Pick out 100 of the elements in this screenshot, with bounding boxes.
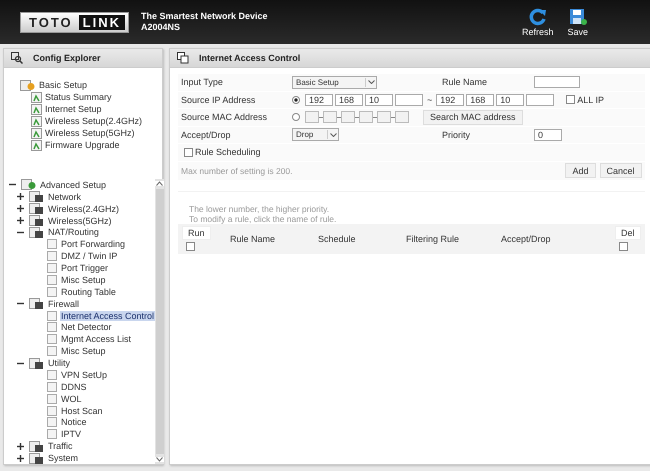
accept-drop-dropdown[interactable]: Drop xyxy=(292,128,339,142)
tree-item[interactable]: WOL xyxy=(60,394,83,404)
tree-item[interactable]: Routing Table xyxy=(60,286,117,297)
field-label: Rule Name xyxy=(442,77,488,88)
tree-item[interactable]: DDNS xyxy=(60,382,88,392)
page-icon xyxy=(47,251,57,262)
save-button[interactable]: Save xyxy=(567,8,588,36)
folder-icon xyxy=(29,203,45,214)
page-icon xyxy=(47,406,57,416)
page-icon xyxy=(47,334,57,344)
field-label: Accept/Drop xyxy=(181,130,232,140)
search-mac-button[interactable]: Search MAC address xyxy=(423,110,523,125)
tree-folder[interactable]: Advanced Setup xyxy=(39,180,108,190)
radio-button[interactable] xyxy=(292,96,300,104)
refresh-button[interactable]: Refresh xyxy=(522,8,554,36)
tree-folder[interactable]: Basic Setup xyxy=(38,80,88,90)
add-button[interactable]: Add xyxy=(565,163,596,178)
field-label: Source IP Address xyxy=(181,94,256,105)
page-icon xyxy=(47,322,57,332)
page-icon xyxy=(31,92,42,102)
page-icon xyxy=(47,239,57,250)
column-header: Schedule xyxy=(318,234,357,244)
input-type-dropdown[interactable]: Basic Setup xyxy=(292,76,377,89)
tree-item[interactable]: Misc Setup xyxy=(60,346,107,356)
search-icon xyxy=(11,52,23,64)
rule-name-field[interactable] xyxy=(534,76,580,88)
page-icon xyxy=(47,263,57,274)
tree-item[interactable]: VPN SetUp xyxy=(60,370,108,380)
tree-folder[interactable]: System xyxy=(47,453,80,464)
page-icon xyxy=(47,286,57,297)
tree-folder[interactable]: Firewall xyxy=(47,298,80,309)
folder-icon xyxy=(29,298,45,310)
expand-icon[interactable] xyxy=(17,217,24,224)
tree-folder[interactable]: Wireless(2.4GHz) xyxy=(47,204,120,214)
tree-item[interactable]: Notice xyxy=(60,417,88,428)
page-icon xyxy=(47,417,57,428)
checkbox[interactable] xyxy=(566,95,576,104)
page-icon xyxy=(47,382,57,392)
expand-icon[interactable] xyxy=(17,454,24,462)
tree-item[interactable]: Misc Setup xyxy=(60,274,107,285)
tree-item[interactable]: Wireless Setup(2.4GHz) xyxy=(44,116,144,126)
tree-item[interactable]: Port Forwarding xyxy=(60,239,126,250)
tree-item[interactable]: Host Scan xyxy=(60,406,104,416)
radio-button[interactable] xyxy=(292,113,300,122)
tree-item[interactable]: IPTV xyxy=(60,429,82,440)
tree-item[interactable]: Mgmt Access List xyxy=(60,334,132,344)
ip-octet-field[interactable]: 168 xyxy=(466,94,494,106)
tree-folder[interactable]: NAT/Routing xyxy=(47,227,100,238)
checkbox[interactable] xyxy=(184,148,193,157)
tree-item[interactable]: Port Trigger xyxy=(60,263,110,274)
tree-item[interactable]: DMZ / Twin IP xyxy=(60,251,118,262)
tree-item[interactable]: Firmware Upgrade xyxy=(44,140,121,150)
tree-folder[interactable]: Network xyxy=(47,192,82,202)
ip-octet-field[interactable]: 192 xyxy=(436,94,464,106)
expand-icon[interactable] xyxy=(17,205,24,212)
column-header: Del xyxy=(615,226,641,240)
panel-title: Internet Access Control xyxy=(199,53,300,63)
column-header: Rule Name xyxy=(230,234,276,244)
hint-text: The lower number, the higher priority. xyxy=(189,204,330,214)
page-icon xyxy=(31,104,42,114)
range-separator: ~ xyxy=(427,94,432,105)
cancel-button[interactable]: Cancel xyxy=(600,163,642,178)
field-label: Source MAC Address xyxy=(181,112,268,122)
column-header: Accept/Drop xyxy=(501,234,552,244)
folder-icon xyxy=(29,452,45,464)
ip-octet-field[interactable]: 10 xyxy=(365,94,393,106)
checkbox[interactable] xyxy=(186,242,195,251)
folder-icon xyxy=(29,191,45,202)
folder-icon xyxy=(29,215,45,226)
windows-icon xyxy=(177,52,189,64)
tree-folder[interactable]: Wireless(5GHz) xyxy=(47,216,113,226)
folder-icon xyxy=(29,226,45,238)
column-header: Filtering Rule xyxy=(406,234,460,244)
scrollbar[interactable] xyxy=(155,179,164,464)
ip-octet-field[interactable]: 10 xyxy=(496,94,524,106)
logo: TOTO LINK xyxy=(20,12,129,32)
ip-octet-field[interactable]: 168 xyxy=(335,94,363,106)
tree-item[interactable]: Status Summary xyxy=(44,92,113,102)
expand-icon[interactable] xyxy=(17,193,24,200)
tree-folder[interactable]: Traffic xyxy=(47,441,74,452)
ip-octet-field[interactable] xyxy=(395,94,423,106)
ip-octet-field[interactable] xyxy=(526,94,554,106)
checkbox[interactable] xyxy=(619,242,628,251)
page-icon xyxy=(31,140,42,150)
tree-folder[interactable]: Utility xyxy=(47,358,71,368)
tree-item[interactable]: Internet Access Control xyxy=(60,310,156,321)
page-icon xyxy=(47,346,57,356)
page-icon xyxy=(47,274,57,285)
ip-octet-field[interactable]: 192 xyxy=(305,94,333,106)
priority-field[interactable]: 0 xyxy=(534,128,562,141)
tagline: The Smartest Network Device xyxy=(140,11,268,22)
field-label: Input Type xyxy=(181,77,224,88)
checkbox-label: ALL IP xyxy=(577,94,604,105)
tree-item[interactable]: Internet Setup xyxy=(44,104,103,114)
page-icon xyxy=(47,310,57,321)
tree-item[interactable]: Wireless Setup(5GHz) xyxy=(44,128,136,138)
folder-icon xyxy=(29,440,45,452)
refresh-icon xyxy=(528,8,547,26)
tree-item[interactable]: Net Detector xyxy=(60,322,113,332)
expand-icon[interactable] xyxy=(17,442,24,450)
